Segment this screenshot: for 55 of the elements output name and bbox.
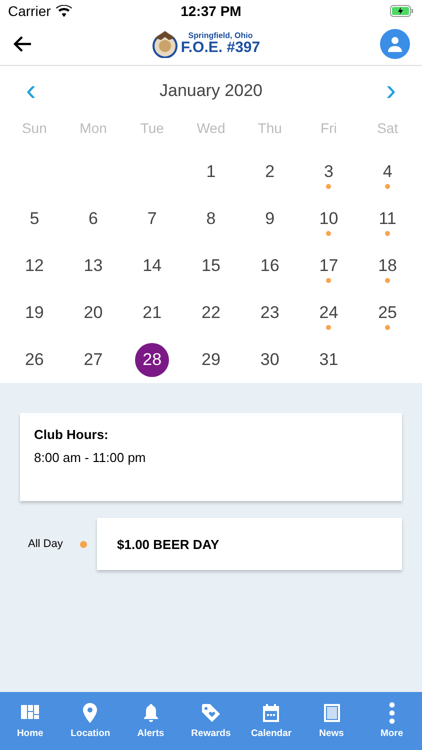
calendar-day[interactable]: 2 bbox=[252, 154, 287, 188]
calendar-day[interactable]: 31 bbox=[312, 342, 346, 376]
calendar-day[interactable]: 3 bbox=[312, 154, 346, 188]
calendar-day[interactable]: 17 bbox=[312, 248, 346, 282]
calendar-day[interactable]: 27 bbox=[76, 342, 110, 376]
calendar-day[interactable]: 8 bbox=[194, 202, 228, 236]
calendar-day[interactable]: 22 bbox=[194, 296, 228, 330]
hours-text: 8:00 am - 11:00 pm bbox=[34, 450, 147, 465]
calendar-day[interactable]: 21 bbox=[135, 296, 170, 330]
logo-subtitle: Springfield, Ohio bbox=[188, 32, 253, 40]
calendar-day[interactable]: 20 bbox=[76, 296, 110, 330]
calendar-day[interactable]: 15 bbox=[194, 248, 228, 282]
calendar-day[interactable]: 23 bbox=[252, 296, 287, 330]
event-time: All Day bbox=[28, 538, 64, 550]
weekday-label: Mon bbox=[80, 120, 107, 136]
weekday-label: Sun bbox=[22, 120, 47, 136]
month-title: January 2020 bbox=[159, 81, 263, 101]
calendar-day[interactable]: 14 bbox=[135, 248, 170, 282]
weekday-label: Tue bbox=[140, 120, 164, 136]
calendar-day[interactable]: 7 bbox=[135, 202, 170, 236]
status-time: 12:37 PM bbox=[180, 3, 242, 19]
wifi-icon bbox=[56, 5, 72, 17]
calendar-day[interactable]: 5 bbox=[17, 202, 52, 236]
logo-title: F.O.E. #397 bbox=[180, 40, 260, 55]
weekday-label: Wed bbox=[196, 120, 226, 136]
calendar-day[interactable]: 10 bbox=[312, 202, 346, 236]
event-card[interactable]: $1.00 BEER DAY bbox=[97, 518, 402, 570]
calendar-day[interactable]: 24 bbox=[312, 296, 346, 330]
calendar-day[interactable]: 19 bbox=[17, 296, 52, 330]
weekday-label: Sat bbox=[377, 120, 398, 136]
weekday-label: Thu bbox=[258, 120, 282, 136]
weekday-label: Fri bbox=[320, 120, 337, 136]
calendar-day[interactable]: 9 bbox=[252, 202, 287, 236]
calendar-day[interactable]: 25 bbox=[370, 296, 405, 330]
calendar-day[interactable]: 28 bbox=[135, 342, 170, 376]
card-title: Club Hours: bbox=[34, 427, 110, 442]
profile-button[interactable] bbox=[380, 28, 410, 58]
calendar-day[interactable]: 6 bbox=[76, 202, 110, 236]
battery-icon bbox=[390, 5, 414, 17]
calendar-day[interactable]: 26 bbox=[17, 342, 52, 376]
calendar-day[interactable]: 29 bbox=[194, 342, 228, 376]
calendar-day[interactable]: 13 bbox=[76, 248, 110, 282]
calendar-day[interactable]: 11 bbox=[370, 202, 405, 236]
tag-icon bbox=[200, 702, 222, 724]
calendar-day[interactable]: 30 bbox=[252, 342, 287, 376]
calendar-day[interactable]: 18 bbox=[370, 248, 405, 282]
calendar-day[interactable]: 12 bbox=[17, 248, 52, 282]
back-arrow-icon[interactable] bbox=[12, 34, 32, 52]
more-icon bbox=[388, 702, 395, 724]
emblem-icon bbox=[152, 30, 178, 58]
person-icon bbox=[387, 36, 403, 52]
calendar-day[interactable]: 4 bbox=[370, 154, 405, 188]
carrier-label: Carrier bbox=[8, 3, 51, 19]
calendar-day[interactable]: 1 bbox=[194, 154, 228, 188]
calendar-day[interactable]: 16 bbox=[252, 248, 287, 282]
